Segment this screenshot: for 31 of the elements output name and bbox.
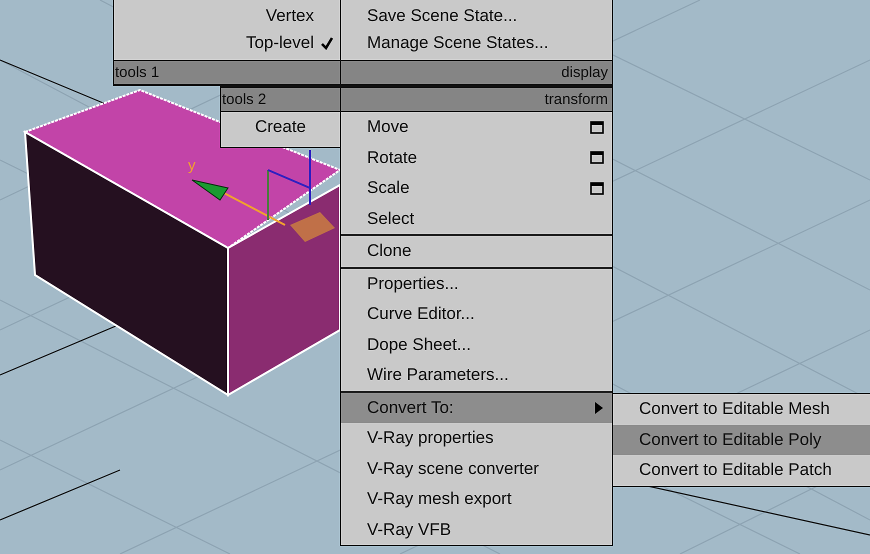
menu-item[interactable]: Manage Scene States...	[341, 26, 612, 60]
menu-item[interactable]: Save Scene State...	[341, 0, 612, 26]
quad-menu-header: transform	[341, 87, 612, 112]
menu-item[interactable]: V-Ray mesh export	[341, 484, 612, 514]
menu-item[interactable]: V-Ray VFB	[341, 514, 612, 545]
menu-item[interactable]: Clone	[341, 236, 612, 266]
menu-item[interactable]: Convert to Editable Poly	[613, 424, 870, 455]
settings-box-icon	[590, 120, 604, 134]
menu-item[interactable]: Wire Parameters...	[341, 360, 612, 390]
menu-item[interactable]: Convert to Editable Mesh	[613, 394, 870, 424]
menu-item[interactable]: Rotate	[341, 142, 612, 173]
menu-item[interactable]: V-Ray scene converter	[341, 454, 612, 484]
settings-box-icon	[590, 182, 604, 195]
menu-item[interactable]: Dope Sheet...	[341, 330, 612, 360]
gizmo-axis-label: y	[188, 157, 196, 174]
quad-menu-header: tools 1	[114, 60, 340, 85]
menu-item[interactable]: Curve Editor...	[341, 299, 612, 330]
menu-item[interactable]: Convert To:	[341, 392, 612, 423]
settings-box-icon	[590, 151, 604, 164]
menu-item[interactable]: Top-level	[114, 26, 340, 60]
menu-item[interactable]: Scale	[341, 173, 612, 204]
menu-item[interactable]: V-Ray properties	[341, 423, 612, 454]
menu-item[interactable]: Vertex	[114, 0, 340, 26]
quad-menu-header: tools 2	[221, 87, 340, 112]
menu-item[interactable]: Properties...	[341, 268, 612, 299]
menu-item[interactable]: Move	[341, 112, 612, 142]
quad-menu-header: display	[341, 60, 612, 85]
menu-item[interactable]: Create	[221, 112, 340, 142]
submenu-arrow-icon	[594, 400, 604, 415]
menu-item[interactable]: Convert to Editable Patch	[613, 455, 870, 486]
menu-item[interactable]: Select	[341, 204, 612, 234]
